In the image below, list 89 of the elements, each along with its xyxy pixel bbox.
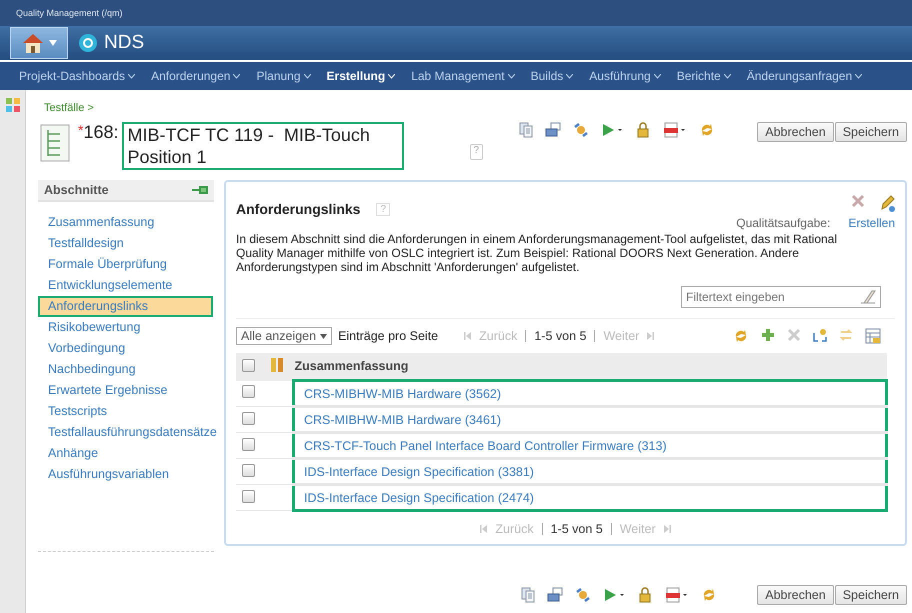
- section-link[interactable]: Testscripts: [38, 401, 213, 422]
- section-link[interactable]: Erwartete Ergebnisse: [38, 380, 213, 401]
- select-all-checkbox[interactable]: [242, 358, 254, 372]
- section-link[interactable]: Formale Überprüfung: [38, 254, 213, 275]
- lock-icon[interactable]: [635, 122, 652, 138]
- grid-icon[interactable]: [6, 98, 20, 112]
- caret-icon: [654, 74, 661, 78]
- help-icon[interactable]: ?: [470, 144, 484, 160]
- requirement-link[interactable]: CRS-MIBHW-MIB Hardware (3461): [296, 412, 502, 426]
- table-settings-icon[interactable]: [865, 328, 881, 344]
- breadcrumb-link[interactable]: Testfälle >: [44, 102, 94, 114]
- filter-field[interactable]: Filtertext eingeben: [681, 286, 881, 308]
- section-link[interactable]: Testfalldesign: [38, 233, 213, 254]
- page-size-label: Einträge pro Seite: [338, 329, 438, 343]
- action-button[interactable]: Speichern: [834, 585, 907, 605]
- section-link[interactable]: Nachbedingung: [38, 359, 213, 380]
- last-page-icon[interactable]: [664, 525, 671, 533]
- modified-mark: *: [78, 122, 84, 138]
- add-icon[interactable]: [761, 328, 775, 342]
- action-button[interactable]: Abbrechen: [757, 585, 834, 605]
- action-button[interactable]: Speichern: [834, 122, 907, 142]
- lock-icon[interactable]: [637, 587, 654, 603]
- swap-icon[interactable]: [839, 328, 853, 342]
- caret-icon: [233, 74, 240, 78]
- eraser-icon[interactable]: [860, 290, 876, 304]
- caret-icon: [304, 74, 311, 78]
- row-checkbox[interactable]: [242, 438, 254, 450]
- section-title: Anforderungslinks: [236, 201, 360, 217]
- house-icon: [21, 31, 45, 55]
- document-icon: [40, 124, 70, 162]
- sync-icon[interactable]: [733, 328, 749, 344]
- document-icon[interactable]: [665, 587, 690, 603]
- section-description: In diesem Abschnitt sind die Anforderungen in einem Anforderungsmanagement-Tool aufgelistet, das mit Rational Quality Manager mithilfe von OSLC integriert ist. Zum Beispiel: Rational DOORS Next Generation. Andere Anforderungstypen sind im Abschnitt 'Anforderungen' aufgelistet.: [236, 232, 838, 274]
- play-icon[interactable]: [601, 122, 624, 138]
- caret-icon: [49, 40, 57, 46]
- pencil-icon[interactable]: [879, 194, 895, 212]
- page-size-dropdown[interactable]: Alle anzeigen: [236, 327, 332, 345]
- sections-title: Abschnitte: [44, 183, 109, 197]
- nav-menu[interactable]: Builds: [524, 69, 580, 83]
- section-link[interactable]: Entwicklungselemente: [38, 275, 213, 296]
- test-case-title: MIB-TCF TC 119 - MIB-Touch Position 1: [122, 122, 404, 170]
- last-page-icon[interactable]: [647, 332, 654, 340]
- caret-icon: [566, 74, 574, 78]
- row-checkbox[interactable]: [242, 412, 254, 424]
- section-link[interactable]: Zusammenfassung: [38, 212, 213, 233]
- copy-icon[interactable]: [521, 587, 536, 603]
- section-link[interactable]: Anforderungslinks: [38, 296, 213, 317]
- delete-icon[interactable]: [787, 328, 801, 342]
- nav-menu[interactable]: Lab Management: [404, 69, 522, 83]
- nav-menu[interactable]: Projekt-Dashboards: [12, 69, 142, 83]
- row-checkbox[interactable]: [242, 490, 254, 502]
- close-icon[interactable]: [851, 194, 865, 208]
- page-range: 1-5 von 5: [550, 522, 603, 536]
- caret-icon: [508, 74, 515, 78]
- action-button[interactable]: Abbrechen: [757, 122, 834, 142]
- requirement-link[interactable]: CRS-MIBHW-MIB Hardware (3562): [296, 386, 502, 400]
- section-link[interactable]: Testfallausführungsdatensätze: [38, 422, 227, 443]
- caret-icon: [724, 74, 731, 78]
- window-title: Quality Management (/qm): [16, 8, 123, 18]
- caret-icon: [855, 74, 862, 78]
- column-header[interactable]: Zusammenfassung: [294, 359, 408, 373]
- copy-icon[interactable]: [519, 122, 534, 138]
- caret-icon: [320, 334, 328, 338]
- project-title: NDS: [104, 32, 144, 54]
- create-link[interactable]: Erstellen: [848, 216, 895, 230]
- page-range: 1-5 von 5: [534, 329, 586, 343]
- nav-menu[interactable]: Berichte: [670, 69, 738, 83]
- first-page-icon[interactable]: [464, 332, 472, 340]
- nav-menu[interactable]: Änderungsanfragen: [740, 69, 870, 83]
- section-link[interactable]: Vorbedingung: [38, 338, 213, 359]
- nav-menu[interactable]: Planung: [249, 69, 318, 83]
- nav-menu[interactable]: Erstellung: [320, 69, 402, 83]
- nav-menu[interactable]: Anforderungen: [144, 69, 248, 83]
- columns-icon[interactable]: [270, 358, 283, 372]
- play-icon[interactable]: [603, 587, 626, 603]
- test-case-id: 168:: [83, 122, 118, 143]
- caret-icon: [388, 74, 396, 78]
- home-button[interactable]: [10, 27, 68, 59]
- section-link[interactable]: Anhänge: [38, 443, 213, 464]
- document-icon[interactable]: [663, 122, 688, 138]
- nav-menu[interactable]: Ausführung: [582, 69, 668, 83]
- row-checkbox[interactable]: [242, 464, 254, 476]
- section-link[interactable]: Ausführungsvariablen: [38, 464, 213, 485]
- task-label: Qualitätsaufgabe:: [736, 216, 830, 230]
- caret-icon: [128, 74, 136, 78]
- section-link[interactable]: Risikobewertung: [38, 317, 213, 338]
- first-page-icon[interactable]: [480, 525, 488, 533]
- row-checkbox[interactable]: [242, 385, 254, 398]
- logo-icon: [78, 33, 98, 53]
